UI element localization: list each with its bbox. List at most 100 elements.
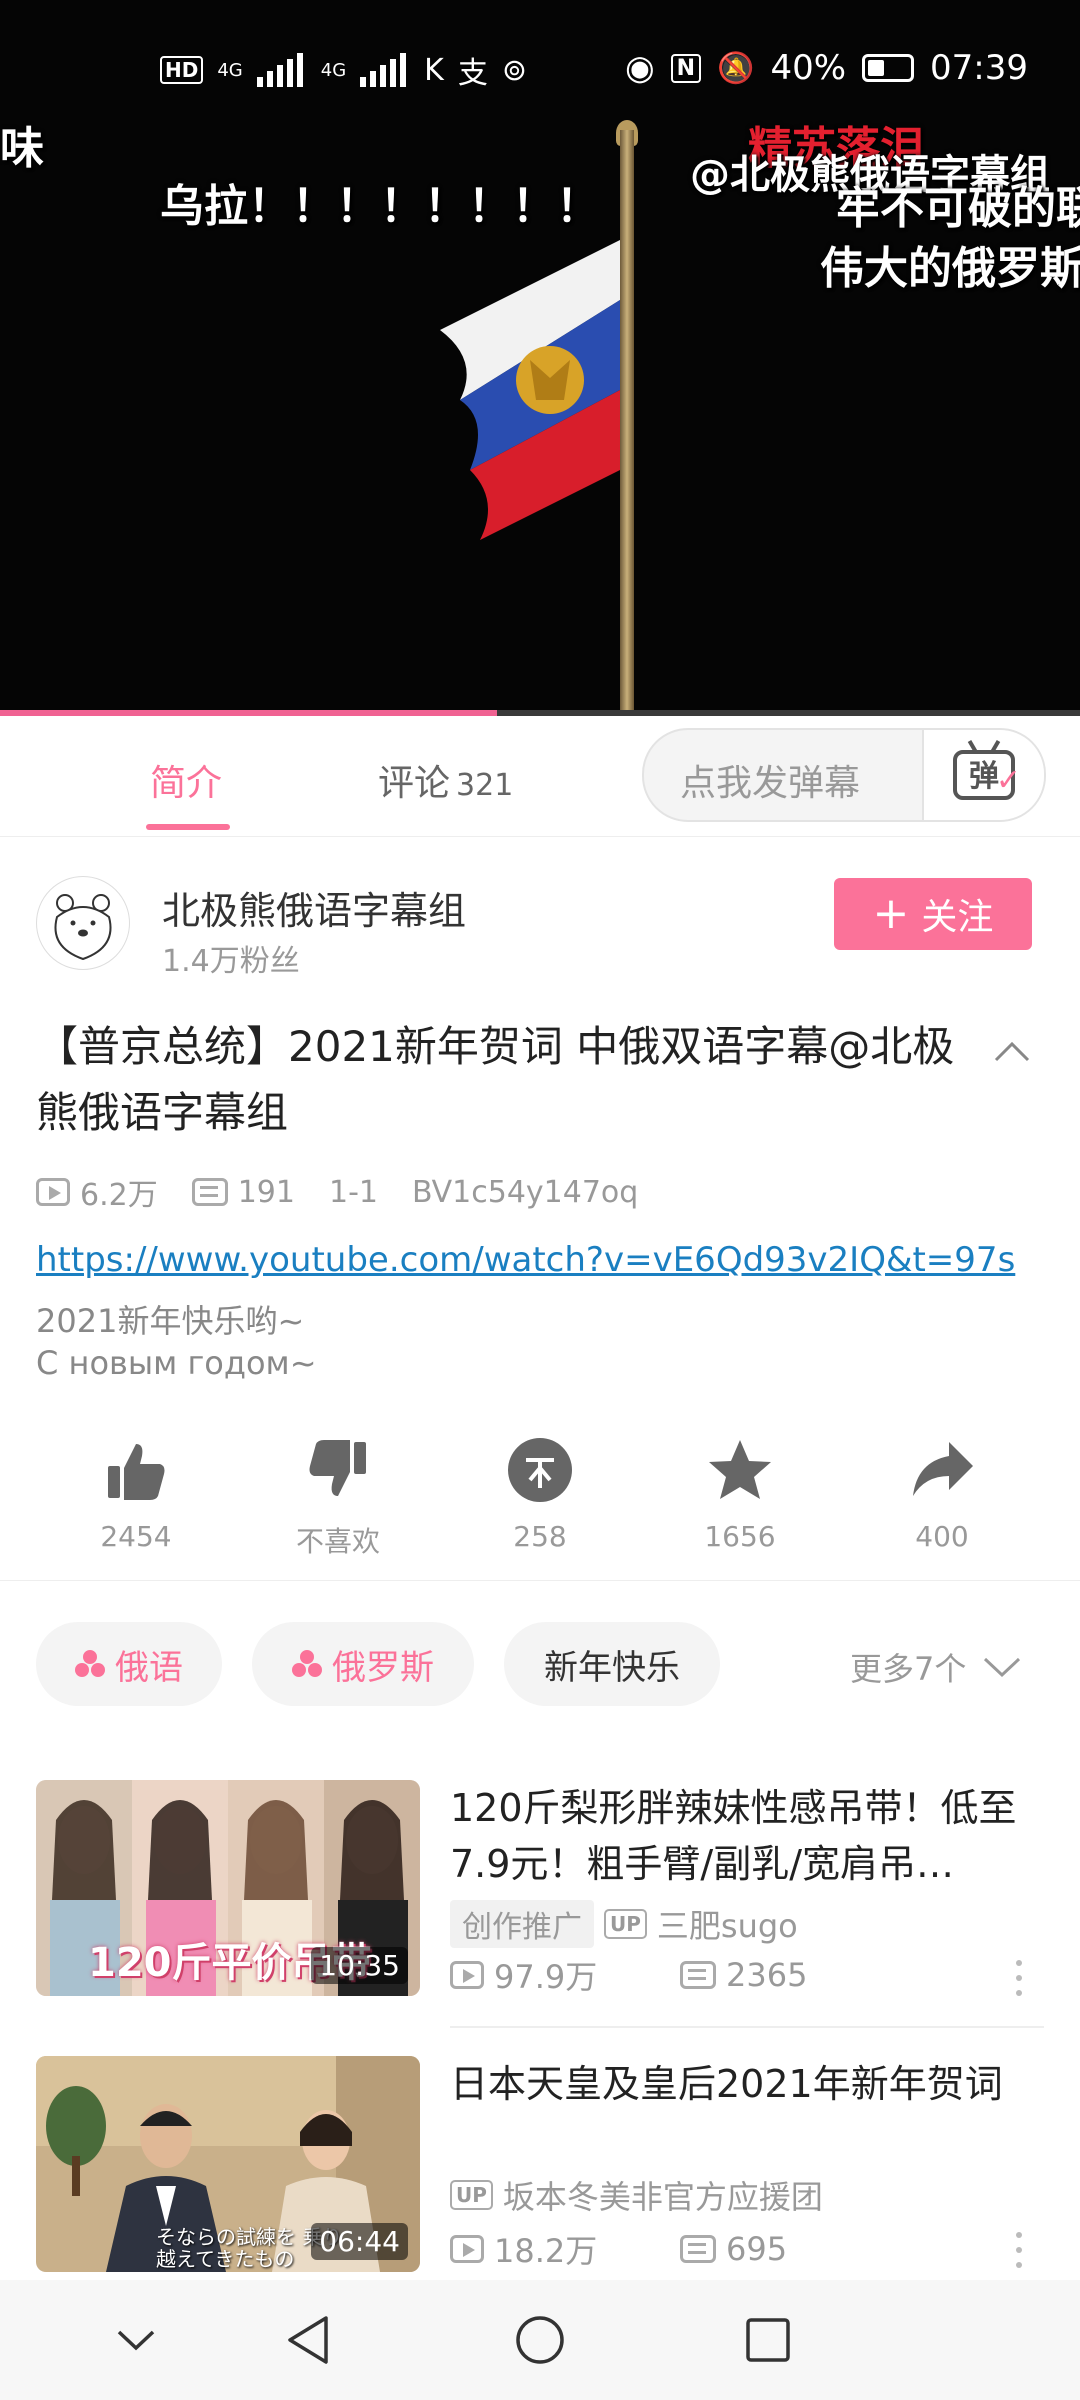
recommended-video-item[interactable]: 120斤平价吊带 10:35 120斤梨形胖辣妹性感吊带！低至7.9元！粗手臂/… <box>0 1780 1080 2010</box>
thumbs-down-icon <box>309 1440 366 1496</box>
like-button[interactable]: 2454 <box>36 1430 236 1553</box>
chevron-down-icon <box>117 2330 155 2351</box>
danmaku-toggle-label: 弹 <box>969 759 999 794</box>
home-circle-icon <box>516 2316 564 2364</box>
comments-count: 321 <box>456 768 514 803</box>
uploader-name[interactable]: 北极熊俄语字幕组 <box>162 880 466 935</box>
more-options-icon[interactable] <box>1016 1960 1024 1996</box>
danmaku-input[interactable]: 点我发弹幕 弹 ✓ <box>642 728 1046 822</box>
recommended-video-stats: 18.2万 695 <box>450 2226 787 2272</box>
view-count: 6.2万 <box>80 1178 158 1213</box>
flagpole <box>620 130 634 716</box>
russian-flag-image <box>440 240 620 540</box>
danmaku-count-icon <box>191 1178 228 1206</box>
system-navigation-bar <box>0 2280 1080 2400</box>
more-tags-label: 更多7个 <box>850 1650 967 1688</box>
video-duration: 06:44 <box>311 2223 408 2260</box>
dislike-label: 不喜欢 <box>295 1525 380 1558</box>
favorite-count: 1656 <box>704 1520 776 1553</box>
recommended-video-item[interactable]: そならの試練を 乗り越えてきたもの 06:44 日本天皇及皇后2021年新年贺词… <box>0 2056 1080 2286</box>
plus-icon: + <box>872 888 910 939</box>
danmaku-comment: 味 <box>0 123 44 174</box>
danmaku-comment: 牢不可破的联 <box>836 183 1080 234</box>
network-type-label: 4G <box>217 59 243 81</box>
recommended-video-byline: UP 坂本冬美非官方应援团 <box>450 2172 823 2218</box>
danmaku-count: 695 <box>726 2230 788 2268</box>
danmaku-count: 191 <box>237 1174 295 1210</box>
more-tags-button[interactable]: 更多7个 <box>850 1644 1022 1690</box>
recommended-video-stats: 97.9万 2365 <box>450 1952 807 1998</box>
star-icon <box>709 1440 771 1499</box>
coin-count: 258 <box>513 1520 567 1553</box>
back-triangle-icon <box>288 2316 328 2364</box>
source-link[interactable]: https://www.youtube.com/watch?v=vE6Qd93v… <box>36 1240 1015 1280</box>
chevron-down-icon <box>984 1657 1021 1678</box>
video-player[interactable]: 味 乌拉！！！！！！！！ 精苏落泪 @北极熊俄语字幕组 牢不可破的联 伟大的俄罗… <box>0 0 1080 716</box>
tag-chip[interactable]: 俄语 <box>36 1622 222 1706</box>
danmaku-comment: 伟大的俄罗斯 <box>820 243 1080 294</box>
like-count: 2454 <box>100 1520 172 1553</box>
bvid: BV1c54y147oq <box>411 1174 639 1210</box>
hd-indicator: HD <box>160 56 204 84</box>
nav-recents-button[interactable] <box>738 2310 798 2370</box>
action-bar: 2454 不喜欢 258 1656 400 <box>0 1420 1080 1581</box>
coin-button[interactable]: 258 <box>440 1430 640 1553</box>
danmaku-toggle-button[interactable]: 弹 ✓ <box>922 730 1044 820</box>
tab-intro[interactable]: 简介 <box>150 754 222 806</box>
dislike-button[interactable]: 不喜欢 <box>238 1430 438 1560</box>
tag-row: 俄语 俄罗斯 新年快乐 更多7个 <box>0 1620 1080 1710</box>
danmaku-tv-icon: 弹 ✓ <box>953 750 1021 800</box>
share-count: 400 <box>915 1520 969 1553</box>
follow-button[interactable]: + 关注 <box>834 878 1032 950</box>
tag-label: 新年快乐 <box>544 1647 680 1688</box>
chevron-up-icon[interactable] <box>992 1032 1032 1072</box>
favorite-button[interactable]: 1656 <box>640 1430 840 1553</box>
network-type-label: 4G <box>320 59 347 81</box>
danmaku-input-placeholder: 点我发弹幕 <box>680 763 861 804</box>
up-icon: UP <box>604 1909 647 1939</box>
thumbs-up-icon <box>108 1444 165 1500</box>
signal-icon <box>256 53 307 87</box>
danmaku-count-icon <box>680 2235 716 2263</box>
author-name: 三肥sugo <box>656 1907 798 1945</box>
signal-icon <box>360 53 410 87</box>
nav-collapse-button[interactable] <box>106 2310 166 2370</box>
coin-icon <box>508 1438 572 1502</box>
tag-chip[interactable]: 新年快乐 <box>504 1622 720 1706</box>
more-options-icon[interactable] <box>1016 2232 1024 2268</box>
tag-chip[interactable]: 俄罗斯 <box>252 1622 474 1706</box>
location-icon: ⊚ <box>501 52 527 88</box>
recommended-video-title[interactable]: 120斤梨形胖辣妹性感吊带！低至7.9元！粗手臂/副乳/宽肩吊… <box>450 1780 1040 1892</box>
active-tab-indicator <box>146 824 230 830</box>
uploader-section: 北极熊俄语字幕组 1.4万粉丝 + 关注 <box>0 836 1080 986</box>
share-arrow-icon <box>913 1442 973 1496</box>
video-thumbnail[interactable]: 120斤平价吊带 10:35 <box>36 1780 420 1996</box>
nav-home-button[interactable] <box>510 2310 570 2370</box>
share-button[interactable]: 400 <box>842 1430 1042 1553</box>
play-count-icon <box>450 2235 484 2263</box>
description-line: 2021新年快乐哟~ <box>36 1302 305 1340</box>
divider <box>450 2026 1044 2028</box>
tab-comments-label: 评论 <box>378 763 451 804</box>
battery-percentage: 40% <box>770 48 847 88</box>
danmaku-comment: 乌拉！！！！！！！！ <box>160 181 600 232</box>
video-thumbnail[interactable]: そならの試練を 乗り越えてきたもの 06:44 <box>36 2056 420 2272</box>
channel-tag-icon <box>75 1650 105 1678</box>
recommended-video-title[interactable]: 日本天皇及皇后2021年新年贺词 <box>450 2056 1040 2112</box>
battery-icon <box>862 54 915 82</box>
uploader-fans: 1.4万粉丝 <box>162 944 300 979</box>
nav-back-button[interactable] <box>278 2310 338 2370</box>
app-notification-icon: K <box>424 52 444 88</box>
mute-bell-icon: 🔕 <box>717 50 755 86</box>
polar-bear-avatar-icon <box>54 894 112 961</box>
video-duration: 10:35 <box>311 1947 408 1984</box>
eye-icon: ◉ <box>624 48 655 88</box>
tab-bar: 简介 评论 321 点我发弹幕 弹 ✓ <box>0 716 1080 837</box>
follow-label: 关注 <box>921 897 994 938</box>
avatar[interactable] <box>36 876 130 970</box>
alipay-notification-icon: 支 <box>457 56 488 91</box>
tab-comments[interactable]: 评论 321 <box>378 754 513 806</box>
recents-square-icon <box>746 2318 790 2362</box>
author-name: 坂本冬美非官方应援团 <box>502 2178 823 2216</box>
recommended-video-byline: 创作推广 UP 三肥sugo <box>450 1900 798 1948</box>
